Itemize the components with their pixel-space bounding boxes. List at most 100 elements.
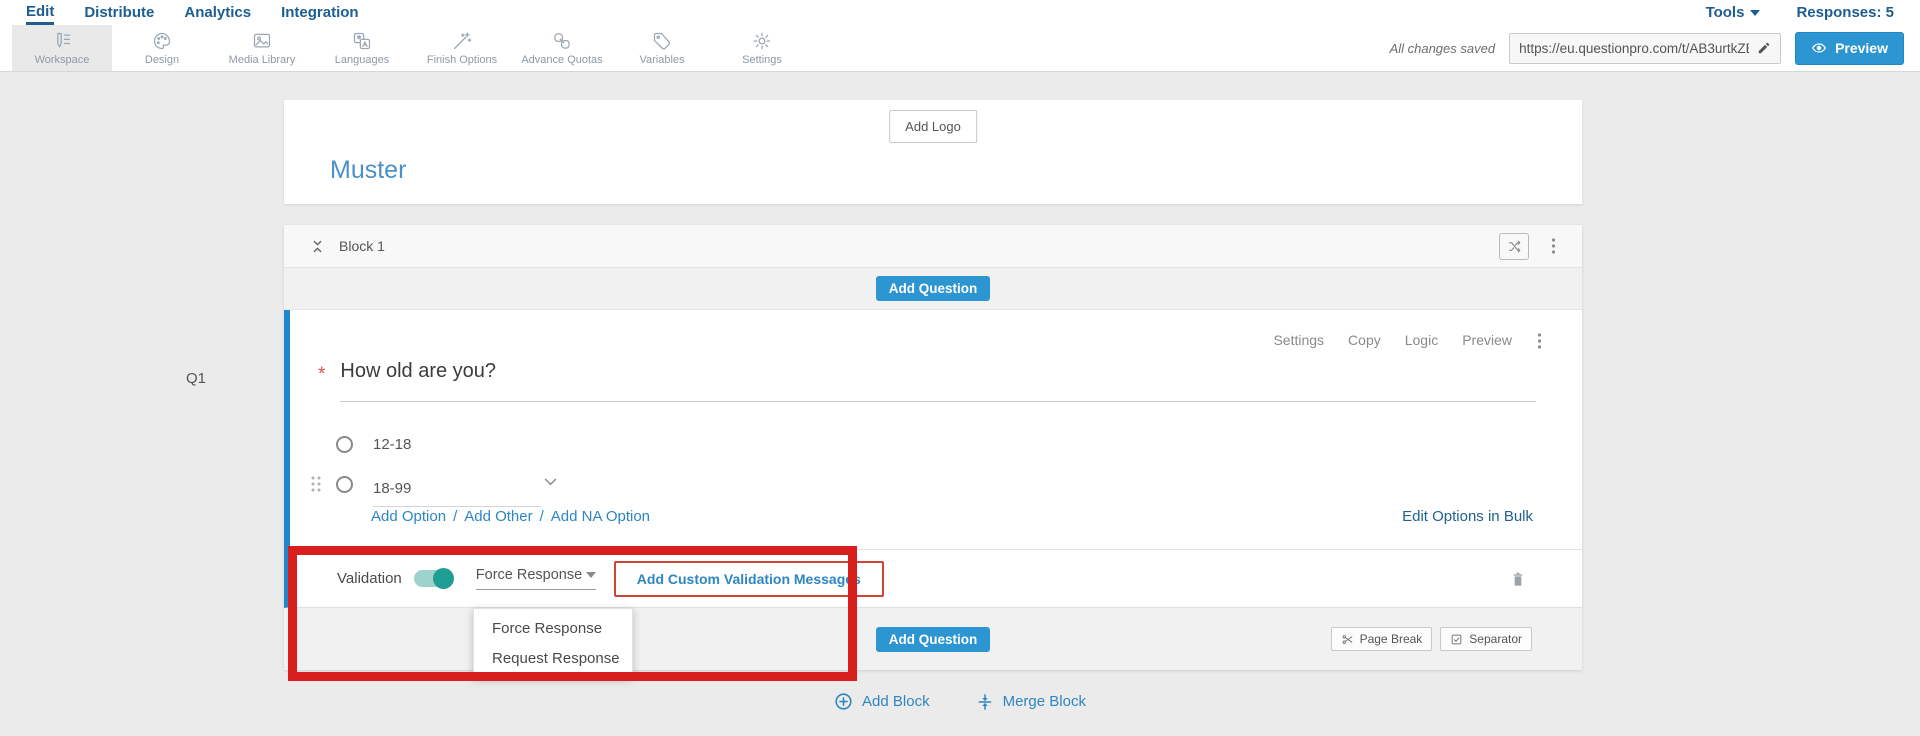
- tab-integration[interactable]: Integration: [281, 0, 359, 25]
- tab-edit[interactable]: Edit: [26, 0, 54, 25]
- question-text-input[interactable]: How old are you?: [340, 360, 1536, 402]
- question-preview-link[interactable]: Preview: [1462, 332, 1512, 348]
- toolbar-right: All changes saved https://eu.questionpro…: [1390, 25, 1920, 71]
- add-question-button-top[interactable]: Add Question: [876, 276, 991, 301]
- main-tabs: Edit Distribute Analytics Integration: [26, 0, 359, 25]
- randomize-block-button[interactable]: [1499, 233, 1529, 260]
- validation-toggle[interactable]: [414, 570, 452, 587]
- validation-type-select[interactable]: Force Response: [476, 567, 596, 590]
- separator-button[interactable]: Separator: [1440, 627, 1532, 651]
- toolbar-item-design[interactable]: Design: [112, 25, 212, 71]
- survey-header-card: Add Logo Muster: [284, 100, 1582, 204]
- merge-block-label: Merge Block: [1003, 693, 1086, 710]
- circle-plus-icon: [834, 692, 853, 711]
- option-links-row: Add Option / Add Other / Add NA Option E…: [371, 508, 1533, 525]
- add-option-link[interactable]: Add Option: [371, 508, 446, 525]
- eye-icon: [1811, 40, 1827, 56]
- option-label-editing[interactable]: 18-99: [373, 480, 541, 507]
- responses-count[interactable]: Responses: 5: [1796, 4, 1894, 21]
- drag-handle-icon[interactable]: [310, 475, 322, 493]
- add-custom-validation-messages-button[interactable]: Add Custom Validation Messages: [614, 561, 884, 597]
- caret-down-icon: [1750, 10, 1760, 16]
- block-footer-actions: Page Break Separator: [1331, 627, 1532, 651]
- add-logo-button[interactable]: Add Logo: [889, 110, 977, 143]
- toolbar-item-variables[interactable]: Variables: [612, 25, 712, 71]
- toolbar-item-finish-options[interactable]: Finish Options: [412, 25, 512, 71]
- block-actions: Add Block Merge Block: [0, 692, 1920, 711]
- toolbar-label: Workspace: [35, 54, 90, 66]
- select-caret-down-icon: [586, 572, 596, 578]
- question-logic-link[interactable]: Logic: [1405, 332, 1438, 348]
- link-separator: /: [540, 508, 544, 525]
- question-copy-link[interactable]: Copy: [1348, 332, 1381, 348]
- add-question-row-top: Add Question: [284, 268, 1582, 310]
- page-break-button[interactable]: Page Break: [1331, 627, 1433, 651]
- toolbar-label: Settings: [742, 54, 782, 66]
- page-break-label: Page Break: [1360, 632, 1423, 646]
- workspace-pencil-icon: [52, 31, 72, 51]
- finish-options-wand-icon: [452, 31, 472, 51]
- toggle-knob: [433, 568, 454, 589]
- survey-url-field[interactable]: https://eu.questionpro.com/t/AB3urtkZB3u…: [1509, 33, 1781, 64]
- link-separator: /: [453, 508, 457, 525]
- question-kebab-menu-icon[interactable]: [1537, 332, 1542, 350]
- settings-gear-icon: [752, 31, 772, 51]
- design-palette-icon: [152, 31, 172, 51]
- block-title[interactable]: Block 1: [339, 238, 385, 254]
- edit-url-pencil-icon[interactable]: [1757, 41, 1771, 55]
- radio-button[interactable]: [336, 476, 353, 493]
- answer-option-row: 18-99: [290, 467, 1582, 501]
- collapse-block-icon[interactable]: [310, 238, 325, 255]
- edit-options-in-bulk-link[interactable]: Edit Options in Bulk: [1402, 508, 1533, 525]
- separator-checkbox-icon: [1450, 633, 1463, 646]
- merge-block-button[interactable]: Merge Block: [976, 692, 1086, 711]
- question-id-label: Q1: [186, 370, 206, 387]
- radio-button[interactable]: [336, 436, 353, 453]
- question-settings-link[interactable]: Settings: [1273, 332, 1324, 348]
- variables-tag-icon: [652, 31, 672, 51]
- survey-url: https://eu.questionpro.com/t/AB3urtkZB3u…: [1519, 41, 1749, 56]
- media-library-image-icon: [252, 31, 272, 51]
- tools-label: Tools: [1706, 4, 1745, 21]
- shuffle-icon: [1507, 239, 1522, 254]
- block-card: Block 1 Add Question Settings Copy Logic…: [284, 225, 1582, 670]
- responses-label: Responses: 5: [1796, 4, 1894, 21]
- question-menu: Settings Copy Logic Preview: [1273, 332, 1512, 348]
- option-chevron-down-icon[interactable]: [542, 473, 559, 490]
- tab-analytics[interactable]: Analytics: [184, 0, 251, 25]
- add-question-button-bottom[interactable]: Add Question: [876, 627, 991, 652]
- tools-menu[interactable]: Tools: [1706, 4, 1761, 21]
- toolbar-item-media-library[interactable]: Media Library: [212, 25, 312, 71]
- save-status: All changes saved: [1390, 41, 1496, 56]
- block-kebab-menu-icon[interactable]: [1551, 237, 1556, 255]
- delete-trash-icon[interactable]: [1510, 570, 1526, 588]
- validation-selected-value: Force Response: [476, 567, 582, 583]
- dropdown-option-request-response[interactable]: Request Response: [474, 643, 632, 673]
- dropdown-option-force-response[interactable]: Force Response: [474, 613, 632, 643]
- toolbar-label: Finish Options: [427, 54, 497, 66]
- survey-title[interactable]: Muster: [330, 156, 406, 185]
- validation-dropdown-menu: Force Response Request Response: [473, 608, 633, 678]
- toolbar-item-settings[interactable]: Settings: [712, 25, 812, 71]
- survey-canvas: Add Logo Muster Q1 Block 1 Add Question: [0, 72, 1920, 736]
- tab-distribute[interactable]: Distribute: [84, 0, 154, 25]
- add-block-label: Add Block: [862, 693, 930, 710]
- add-na-option-link[interactable]: Add NA Option: [551, 508, 650, 525]
- add-block-button[interactable]: Add Block: [834, 692, 930, 711]
- answer-option-row: 12-18: [290, 427, 1582, 461]
- preview-button[interactable]: Preview: [1795, 32, 1904, 65]
- toolbar-item-workspace[interactable]: Workspace: [12, 25, 112, 71]
- validation-row: Validation Force Response Add Custom Val…: [290, 549, 1582, 607]
- toolbar-label: Design: [145, 54, 179, 66]
- add-other-link[interactable]: Add Other: [464, 508, 532, 525]
- separator-label: Separator: [1469, 632, 1522, 646]
- toolbar-item-languages[interactable]: Languages: [312, 25, 412, 71]
- required-marker: *: [318, 364, 325, 402]
- questionpro-survey-editor: Edit Distribute Analytics Integration To…: [0, 0, 1920, 736]
- validation-label: Validation: [337, 570, 402, 587]
- option-label[interactable]: 12-18: [373, 436, 411, 453]
- toolbar-item-advance-quotas[interactable]: Advance Quotas: [512, 25, 612, 71]
- question-title-row: * How old are you?: [318, 360, 1536, 402]
- editor-toolbar: Workspace Design Media Library Languages…: [0, 25, 1920, 72]
- preview-label: Preview: [1835, 40, 1888, 56]
